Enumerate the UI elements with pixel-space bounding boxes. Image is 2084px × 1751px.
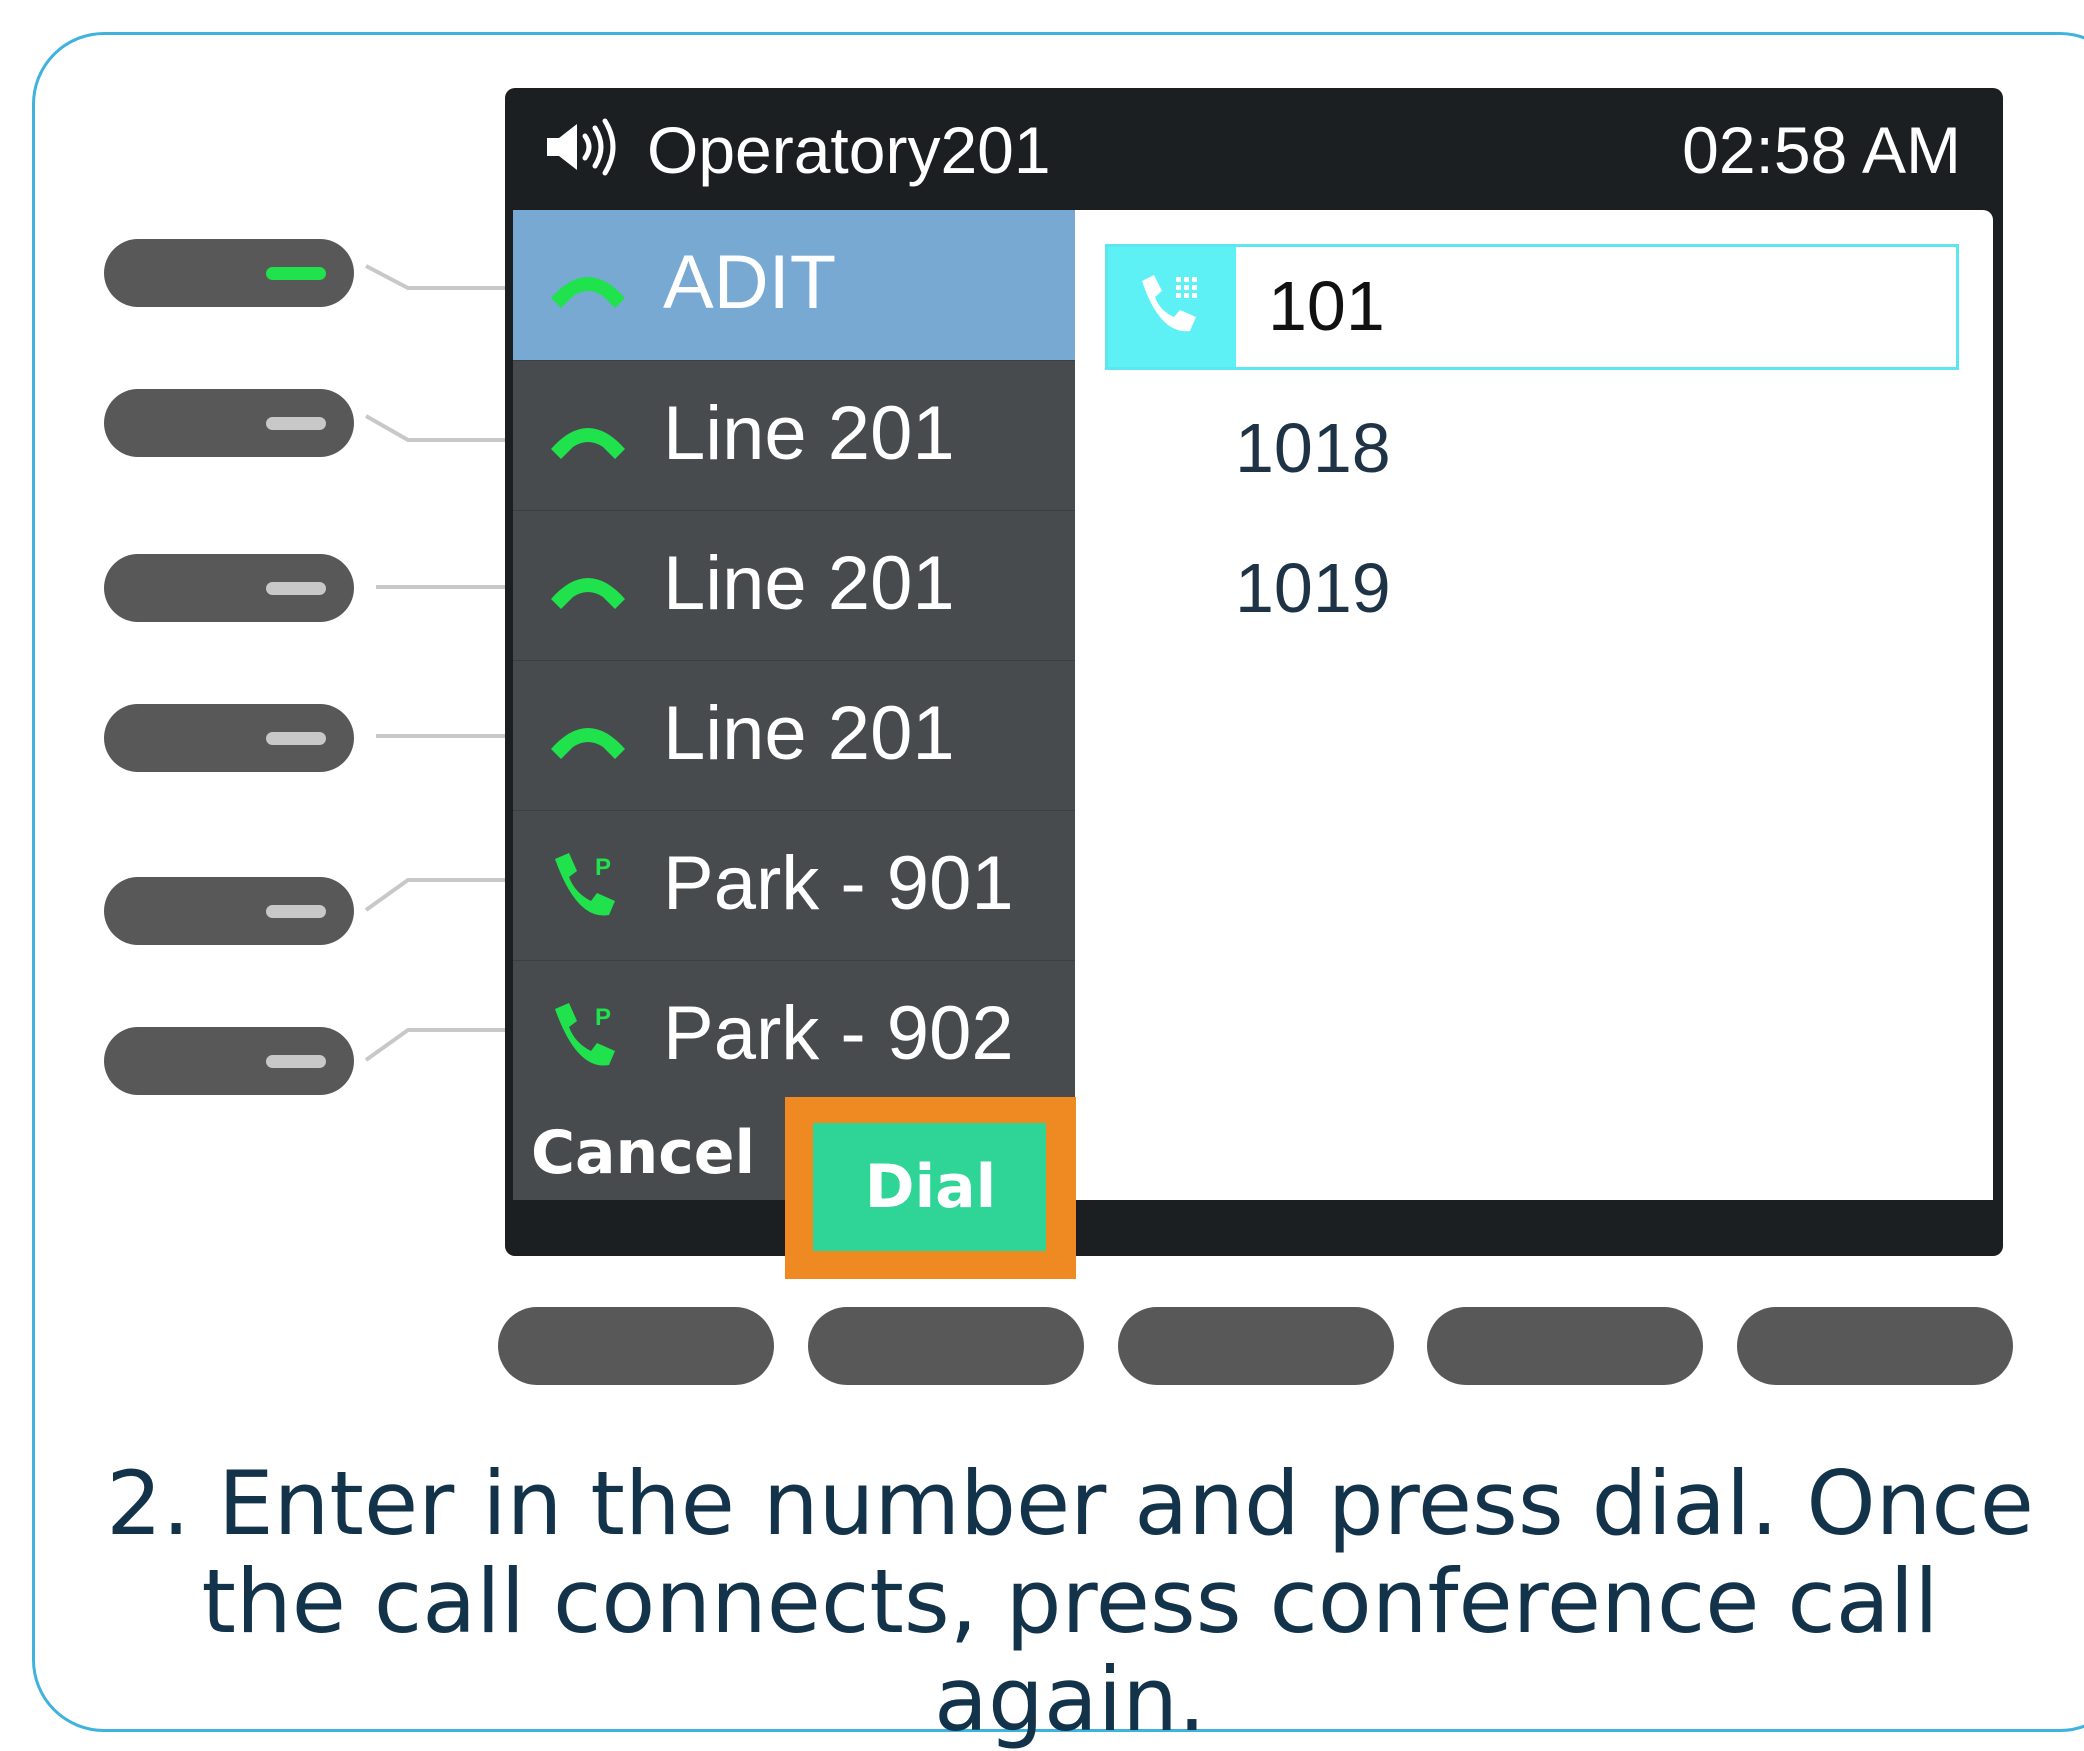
- line-label: Line 201: [663, 691, 955, 776]
- line-list: ADIT Line 201 Line 201 Line 201 P Park -…: [513, 210, 1075, 1200]
- handset-icon: [551, 728, 625, 759]
- line-led-6: [266, 1055, 326, 1068]
- dial-icon-cell: [1108, 247, 1236, 367]
- svg-text:P: P: [595, 854, 611, 881]
- line-led-5: [266, 905, 326, 918]
- line-key-5[interactable]: [104, 877, 354, 945]
- line-label: Line 201: [663, 541, 955, 626]
- dial-panel: 1018 1019: [1075, 210, 1993, 1200]
- line-led-2: [266, 417, 326, 430]
- operator-name: Operatory201: [647, 113, 1051, 187]
- softkey-hardware-1[interactable]: [498, 1307, 774, 1385]
- handset-icon: [551, 428, 625, 459]
- suggestion-item[interactable]: 1018: [1235, 408, 1391, 488]
- dialpad-phone-icon: [1142, 275, 1197, 332]
- softkey-target[interactable]: Target: [1757, 1118, 1973, 1188]
- suggestion-item[interactable]: 1019: [1235, 548, 1391, 628]
- park-phone-icon: P: [555, 1003, 615, 1066]
- caption-line-1: 2. Enter in the number and press dial. O…: [106, 1452, 2034, 1555]
- line-item-adit[interactable]: ADIT: [513, 210, 1075, 360]
- softkey-hardware-2[interactable]: [808, 1307, 1084, 1385]
- caption-line-2: the call connects, press conference call…: [201, 1550, 1939, 1751]
- line-key-6[interactable]: [104, 1027, 354, 1095]
- line-key-4[interactable]: [104, 704, 354, 772]
- line-led-4: [266, 732, 326, 745]
- softkey-hardware-4[interactable]: [1427, 1307, 1703, 1385]
- line-label: ADIT: [663, 240, 837, 325]
- line-item-park-901[interactable]: P Park - 901: [513, 810, 1075, 960]
- line-label: Park - 902: [663, 991, 1014, 1076]
- clock: 02:58 AM: [1682, 113, 1961, 187]
- softkey-hardware-3[interactable]: [1118, 1307, 1394, 1385]
- line-key-3[interactable]: [104, 554, 354, 622]
- line-led-1: [266, 267, 326, 280]
- instruction-caption: 2. Enter in the number and press dial. O…: [60, 1455, 2080, 1749]
- svg-text:P: P: [595, 1004, 611, 1031]
- speaker-volume-icon: [547, 118, 616, 176]
- phone-screen: Operatory201 02:58 AM ADIT Line 201 Line…: [505, 88, 2003, 1256]
- softkey-cancel[interactable]: Cancel: [531, 1118, 755, 1188]
- handset-icon: [551, 578, 625, 609]
- line-label: Park - 901: [663, 841, 1014, 926]
- handset-icon: [551, 277, 625, 308]
- dial-number-input[interactable]: [1268, 261, 1928, 351]
- line-key-1[interactable]: [104, 239, 354, 307]
- softkey-backspace[interactable]: BackSpace: [1135, 1118, 1500, 1188]
- line-label: Line 201: [663, 391, 955, 476]
- line-led-3: [266, 582, 326, 595]
- line-item-line-201[interactable]: Line 201: [513, 510, 1075, 660]
- softkey-hardware-5[interactable]: [1737, 1307, 2013, 1385]
- line-key-2[interactable]: [104, 389, 354, 457]
- dial-number-box[interactable]: [1105, 244, 1959, 370]
- line-item-line-201[interactable]: Line 201: [513, 360, 1075, 510]
- park-phone-icon: P: [555, 853, 615, 916]
- dial-button[interactable]: Dial: [785, 1152, 1076, 1222]
- status-bar: Operatory201 02:58 AM: [505, 88, 2003, 210]
- line-item-line-201[interactable]: Line 201: [513, 660, 1075, 810]
- line-item-park-902[interactable]: P Park - 902: [513, 960, 1075, 1110]
